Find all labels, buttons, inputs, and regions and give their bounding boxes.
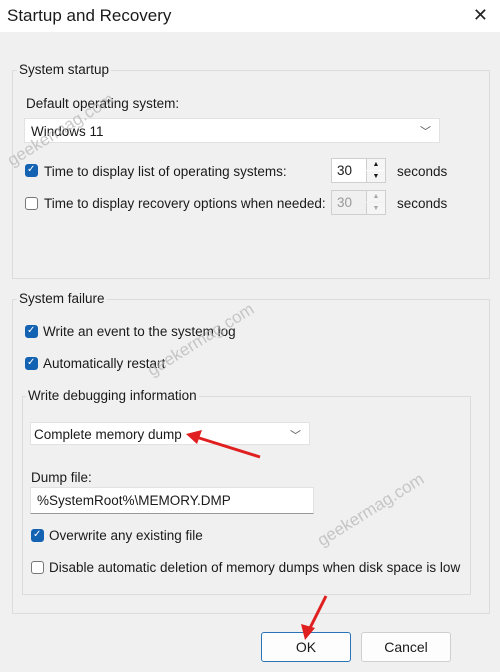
display-list-label: Time to display list of operating system… xyxy=(44,164,287,179)
display-recovery-checkbox[interactable] xyxy=(25,197,38,210)
display-list-checkbox[interactable] xyxy=(25,164,38,177)
dump-file-input[interactable]: %SystemRoot%\MEMORY.DMP xyxy=(30,487,314,514)
dump-type-select[interactable]: Complete memory dump ﹀ xyxy=(30,422,310,445)
window-title: Startup and Recovery xyxy=(7,6,172,25)
display-list-value: 30 xyxy=(337,163,353,178)
chevron-down-icon: ﹀ xyxy=(290,430,301,442)
overwrite-label: Overwrite any existing file xyxy=(49,528,203,543)
overwrite-checkbox[interactable] xyxy=(31,529,44,542)
auto-restart-checkbox[interactable] xyxy=(25,357,38,370)
cancel-button[interactable]: Cancel xyxy=(361,632,451,662)
chevron-down-icon: ﹀ xyxy=(420,126,431,138)
debugging-legend: Write debugging information xyxy=(26,388,199,403)
dump-file-label: Dump file: xyxy=(31,470,92,485)
system-startup-legend: System startup xyxy=(17,62,112,77)
display-list-unit: seconds xyxy=(397,164,448,179)
ok-button[interactable]: OK xyxy=(261,632,351,662)
dump-file-value: %SystemRoot%\MEMORY.DMP xyxy=(37,493,231,508)
display-list-spinner[interactable]: 30 ▲ ▼ xyxy=(331,158,386,183)
spin-down-icon[interactable]: ▼ xyxy=(366,171,385,182)
display-recovery-label: Time to display recovery options when ne… xyxy=(44,196,326,211)
spin-up-icon[interactable]: ▲ xyxy=(366,191,385,202)
title-bar: Startup and Recovery ✕ xyxy=(0,0,500,32)
close-icon[interactable]: ✕ xyxy=(473,5,488,26)
display-recovery-value: 30 xyxy=(337,195,353,210)
spin-down-icon[interactable]: ▼ xyxy=(366,203,385,214)
disable-auto-delete-checkbox[interactable] xyxy=(31,561,44,574)
system-failure-legend: System failure xyxy=(17,291,107,306)
write-event-checkbox[interactable] xyxy=(25,325,38,338)
disable-auto-delete-label: Disable automatic deletion of memory dum… xyxy=(49,560,461,575)
spin-up-icon[interactable]: ▲ xyxy=(366,159,385,170)
display-recovery-spinner[interactable]: 30 ▲ ▼ xyxy=(331,190,386,215)
display-recovery-unit: seconds xyxy=(397,196,448,211)
dump-type-value: Complete memory dump xyxy=(34,427,182,442)
